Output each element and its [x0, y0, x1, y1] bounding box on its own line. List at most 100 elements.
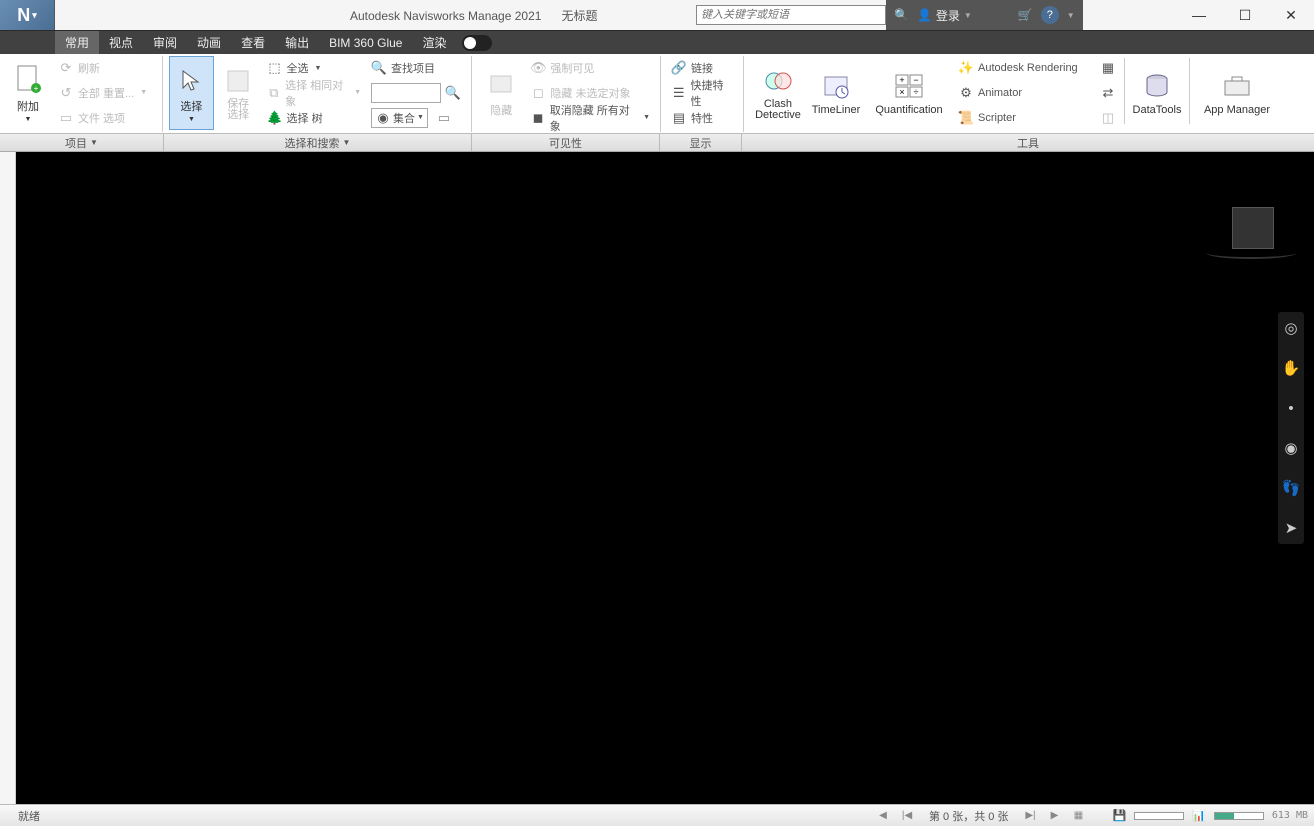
hide-button[interactable]: 隐藏: [478, 56, 524, 130]
search-go-icon[interactable]: 🔍: [445, 85, 461, 101]
force-visible-button[interactable]: 👁强制可见: [526, 57, 654, 79]
unhide-all-button[interactable]: ◼取消隐藏 所有对象▼: [526, 107, 654, 129]
title-account-area: 🔍 👤 登录 ▼ 🛒 ? ▼: [886, 0, 1083, 30]
group-label-display: 显示: [660, 134, 742, 151]
sheet-browser-icon[interactable]: ▦: [1070, 808, 1086, 824]
orbit-icon[interactable]: ◉: [1281, 438, 1301, 458]
cart-icon[interactable]: 🛒: [1018, 8, 1033, 22]
memory-text: 613 MB: [1272, 810, 1308, 821]
tab-viewpoint[interactable]: 视点: [99, 31, 143, 55]
quick-find-input[interactable]: [371, 83, 441, 103]
select-nav-icon[interactable]: ➤: [1281, 518, 1301, 538]
clash-detective-button[interactable]: Clash Detective: [750, 56, 806, 130]
tab-output[interactable]: 输出: [275, 31, 319, 55]
select-same-label: 选择 相同对象: [285, 77, 348, 109]
zoom-icon[interactable]: •: [1281, 398, 1301, 418]
sets-dropdown[interactable]: ◉ 集合 ▼: [371, 108, 428, 128]
navigation-bar: ◎ ✋ • ◉ 👣 ➤: [1278, 312, 1304, 544]
tab-bim360[interactable]: BIM 360 Glue: [319, 31, 412, 55]
scripter-button[interactable]: 📜Scripter: [954, 107, 1094, 129]
look-icon[interactable]: 👣: [1281, 478, 1301, 498]
reset-all-label: 全部 重置...: [78, 85, 134, 101]
last-sheet-button[interactable]: ▶|: [1022, 808, 1038, 824]
left-dock[interactable]: [0, 152, 16, 804]
app-name: Autodesk Navisworks Manage 2021: [350, 9, 541, 23]
pan-icon[interactable]: ✋: [1281, 358, 1301, 378]
group-label-project[interactable]: 项目▼: [0, 134, 164, 151]
minimize-button[interactable]: —: [1176, 0, 1222, 30]
tab-render[interactable]: 渲染: [412, 31, 456, 55]
tab-review[interactable]: 审阅: [143, 31, 187, 55]
login-button[interactable]: 👤 登录 ▼: [917, 7, 972, 24]
datatools-button[interactable]: DataTools: [1129, 56, 1185, 130]
select-all-icon: ⬚: [267, 60, 283, 76]
hide-unselected-label: 隐藏 未选定对象: [550, 85, 630, 101]
status-ready: 就绪: [0, 808, 40, 824]
batch-utility-button[interactable]: ⇄: [1096, 82, 1120, 104]
search-icon: 🔍: [371, 60, 387, 76]
steering-wheel-icon[interactable]: ◎: [1281, 318, 1301, 338]
select-same-button[interactable]: ⧉选择 相同对象▼: [263, 82, 365, 104]
quick-props-button[interactable]: ☰快捷特性: [667, 82, 737, 104]
chevron-down-icon: ▼: [343, 138, 351, 147]
properties-label: 特性: [691, 110, 713, 126]
file-icon: ▭: [58, 110, 74, 126]
group-label-select-search[interactable]: 选择和搜索▼: [164, 134, 472, 151]
rendering-button[interactable]: ✨Autodesk Rendering: [954, 57, 1094, 79]
next-sheet-button[interactable]: ▶: [1046, 808, 1062, 824]
tree-icon: 🌲: [267, 110, 283, 126]
svg-text:−: −: [913, 75, 918, 85]
chevron-down-icon: ▼: [188, 116, 195, 123]
search-input[interactable]: [696, 5, 886, 25]
svg-text:+: +: [34, 84, 39, 93]
datatools-label: DataTools: [1133, 104, 1182, 116]
close-button[interactable]: ✕: [1268, 0, 1314, 30]
timeliner-button[interactable]: TimeLiner: [808, 56, 864, 130]
selection-tree-button[interactable]: 🌲选择 树: [263, 107, 365, 129]
save-selection-button[interactable]: 保存 选择: [216, 56, 261, 130]
window-title: Autodesk Navisworks Manage 2021 无标题: [350, 7, 597, 24]
disk-icon: 💾: [1112, 809, 1126, 822]
unhide-icon: ◼: [530, 110, 545, 126]
viewcube[interactable]: [1232, 207, 1274, 249]
title-bar: N▾ Autodesk Navisworks Manage 2021 无标题 🔍…: [0, 0, 1314, 30]
group-label-visibility: 可见性: [472, 134, 660, 151]
properties-button[interactable]: ▤特性: [667, 107, 737, 129]
addon-toggle[interactable]: [462, 35, 492, 51]
select-button[interactable]: 选择 ▼: [169, 56, 214, 130]
prev-sheet-button[interactable]: ◀: [875, 808, 891, 824]
animator-button[interactable]: ⚙Animator: [954, 82, 1094, 104]
tab-common[interactable]: 常用: [55, 31, 99, 55]
search-icon[interactable]: 🔍: [894, 8, 909, 22]
render-icon: ✨: [958, 60, 974, 76]
app-manager-button[interactable]: App Manager: [1194, 56, 1280, 130]
quantification-button[interactable]: +−×÷ Quantification: [866, 56, 952, 130]
file-options-button[interactable]: ▭文件 选项: [54, 107, 151, 129]
reset-icon: ↺: [58, 85, 74, 101]
help-button[interactable]: ?: [1041, 6, 1059, 24]
viewport-3d[interactable]: ◎ ✋ • ◉ 👣 ➤: [16, 152, 1314, 804]
select-label: 选择: [180, 98, 202, 114]
compare-button[interactable]: ◫: [1096, 107, 1120, 129]
scripter-icon: 📜: [958, 110, 974, 126]
visibility-group-text: 可见性: [549, 135, 582, 151]
maximize-button[interactable]: ☐: [1222, 0, 1268, 30]
ribbon-group-select-search: 选择 ▼ 保存 选择 ⬚全选▼ ⧉选择 相同对象▼ 🌲选择 树 🔍查找项目 🔍: [165, 54, 469, 133]
profiler-icon: ▦: [1100, 60, 1116, 76]
select-group-text: 选择和搜索: [285, 135, 340, 151]
status-bar: 就绪 ◀ |◀ 第 0 张，共 0 张 ▶| ▶ ▦ 💾 📊 613 MB: [0, 804, 1314, 826]
reset-all-button[interactable]: ↺全部 重置...▼: [54, 82, 151, 104]
app-menu-button[interactable]: N▾: [0, 0, 55, 30]
appearance-profiler-button[interactable]: ▦: [1096, 57, 1120, 79]
viewcube-compass[interactable]: [1206, 247, 1296, 259]
first-sheet-button[interactable]: |◀: [899, 808, 915, 824]
tab-view[interactable]: 查看: [231, 31, 275, 55]
sets-icon: ◉: [375, 110, 391, 126]
app-manager-icon: [1221, 70, 1253, 102]
refresh-button[interactable]: ⟳刷新: [54, 57, 151, 79]
attach-button[interactable]: + 附加 ▼: [4, 56, 52, 130]
tab-animation[interactable]: 动画: [187, 31, 231, 55]
find-items-button[interactable]: 🔍查找项目: [367, 57, 465, 79]
sets-panel-icon[interactable]: ▭: [436, 110, 452, 126]
document-add-icon: +: [12, 64, 44, 96]
